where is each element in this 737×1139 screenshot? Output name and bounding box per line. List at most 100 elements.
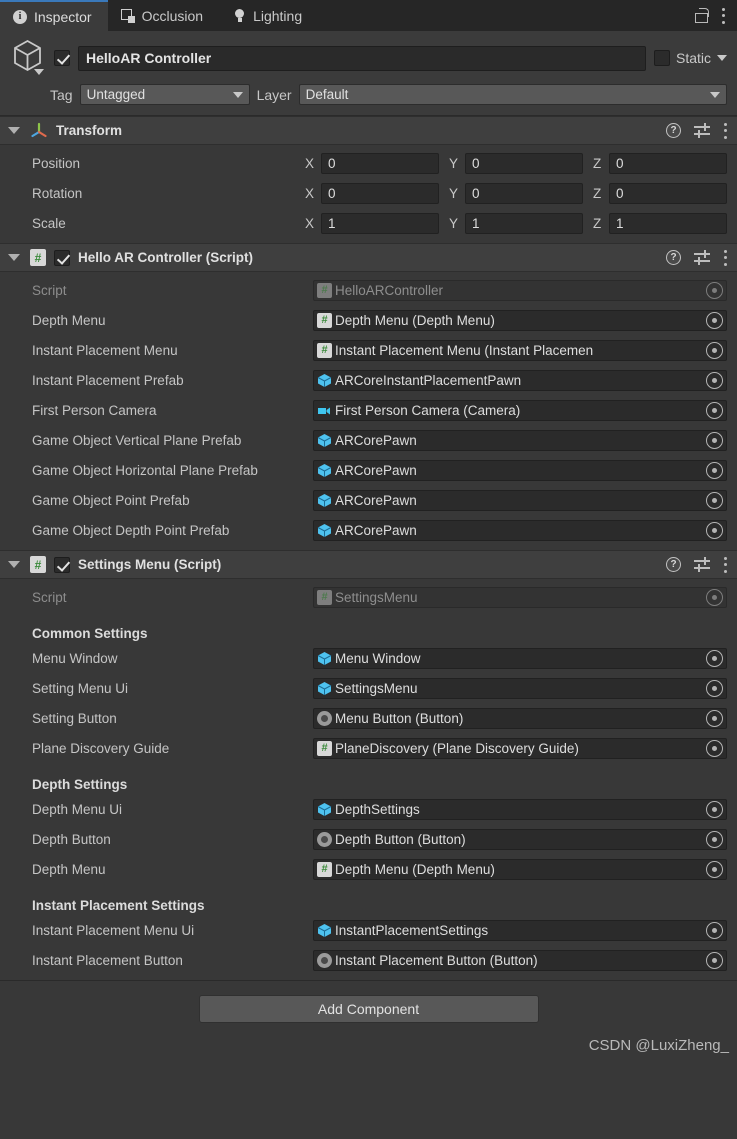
add-component-button[interactable]: Add Component [198, 995, 539, 1023]
plane-discovery-guide-object-field[interactable]: # PlaneDiscovery (Plane Discovery Guide) [313, 737, 727, 759]
hello-ar-controller-header-actions: ? [666, 249, 727, 266]
object-picker-icon[interactable] [706, 491, 723, 509]
scale-y-input[interactable]: 1 [465, 212, 583, 234]
hello-ar-controller-header[interactable]: # Hello AR Controller (Script) ? [0, 243, 737, 272]
hello-ar-controller-enabled-checkbox[interactable] [54, 249, 70, 266]
depth-menu-object-field[interactable]: # Depth Menu (Depth Menu) [313, 309, 727, 331]
transform-header[interactable]: Transform ? [0, 116, 737, 145]
instant-placement-button-object-field[interactable]: Instant Placement Button (Button) [313, 949, 727, 971]
game-object-point-prefab-value: ARCorePawn [335, 492, 417, 508]
preset-icon[interactable] [694, 557, 710, 572]
preset-icon[interactable] [694, 123, 710, 138]
rotation-y-input[interactable]: 0 [465, 182, 583, 204]
tab-occlusion[interactable]: Occlusion [108, 0, 219, 31]
hello-ar-controller-body: Script # HelloARController Depth Menu # Depth… [0, 272, 737, 550]
rotation-z-input[interactable]: 0 [609, 182, 727, 204]
property-row: Instant Placement Prefab ARCoreInstantPla… [10, 369, 727, 391]
object-picker-icon[interactable] [706, 709, 723, 727]
gameobject-name-input[interactable]: HelloAR Controller [78, 45, 646, 71]
plane-discovery-guide-value: PlaneDiscovery (Plane Discovery Guide) [335, 740, 579, 756]
preset-icon[interactable] [694, 250, 710, 265]
object-picker-icon[interactable] [706, 371, 723, 389]
transform-foldout-icon[interactable] [8, 127, 20, 134]
scale-x-input[interactable]: 1 [321, 212, 439, 234]
script-object-field: # HelloARController [313, 279, 727, 301]
depth-menu-object-field[interactable]: # Depth Menu (Depth Menu) [313, 858, 727, 880]
object-picker-icon[interactable] [706, 401, 723, 419]
object-picker-icon[interactable] [706, 830, 723, 848]
game-object-point-prefab-object-field[interactable]: ARCorePawn [313, 489, 727, 511]
object-picker-icon[interactable] [706, 739, 723, 757]
kebab-menu-icon[interactable] [723, 556, 727, 573]
game-object-depth-point-prefab-object-field[interactable]: ARCorePawn [313, 519, 727, 541]
instant-placement-menu-ui-object-field[interactable]: InstantPlacementSettings [313, 919, 727, 941]
tab-inspector[interactable]: i Inspector [0, 0, 108, 32]
game-object-depth-point-prefab-value: ARCorePawn [335, 522, 417, 538]
depth-button-object-field[interactable]: Depth Button (Button) [313, 828, 727, 850]
game-object-horizontal-plane-prefab-object-field[interactable]: ARCorePawn [313, 459, 727, 481]
static-chevron-down-icon[interactable] [717, 55, 727, 61]
rotation-x-input[interactable]: 0 [321, 182, 439, 204]
first-person-camera-object-field[interactable]: First Person Camera (Camera) [313, 399, 727, 421]
lock-open-icon[interactable] [695, 8, 709, 23]
tag-dropdown[interactable]: Untagged [79, 84, 250, 105]
depth-menu-ui-object-field[interactable]: DepthSettings [313, 798, 727, 820]
rotation-label: Rotation [32, 185, 83, 201]
setting-menu-ui-label: Setting Menu Ui [32, 680, 129, 696]
object-picker-icon[interactable] [706, 431, 723, 449]
object-picker-icon[interactable] [706, 679, 723, 697]
kebab-menu-icon[interactable] [721, 7, 725, 24]
game-object-vertical-plane-prefab-object-field[interactable]: ARCorePawn [313, 429, 727, 451]
position-x-input[interactable]: 0 [321, 152, 439, 174]
kebab-menu-icon[interactable] [723, 122, 727, 139]
gameobject-enabled-checkbox[interactable] [54, 50, 70, 66]
object-picker-icon[interactable] [706, 860, 723, 878]
axis-x-label: X [305, 185, 315, 201]
axis-x-label: X [305, 215, 315, 231]
layer-value: Default [305, 87, 349, 102]
instant-placement-prefab-object-field[interactable]: ARCoreInstantPlacementPawn [313, 369, 727, 391]
layer-chevron-down-icon [710, 91, 720, 98]
settings-menu-foldout-icon[interactable] [8, 561, 20, 568]
ui-button-icon [317, 831, 332, 847]
property-row: Instant Placement Button Instant Placemen… [10, 949, 727, 971]
instant-placement-menu-object-field[interactable]: # Instant Placement Menu (Instant Placeme… [313, 339, 727, 361]
setting-button-object-field[interactable]: Menu Button (Button) [313, 707, 727, 729]
help-icon[interactable]: ? [666, 557, 681, 572]
axis-y-label: Y [449, 155, 459, 171]
position-y-input[interactable]: 0 [465, 152, 583, 174]
object-picker-icon[interactable] [706, 341, 723, 359]
help-icon[interactable]: ? [666, 250, 681, 265]
gameobject-header: HelloAR Controller Static Tag Untagged L… [0, 31, 737, 116]
object-picker-icon[interactable] [706, 311, 723, 329]
settings-menu-header[interactable]: # Settings Menu (Script) ? [0, 550, 737, 579]
tab-lighting[interactable]: Lighting [219, 0, 318, 31]
object-picker-icon[interactable] [706, 521, 723, 539]
gameobject-name-row: HelloAR Controller Static [10, 39, 727, 77]
property-row: Depth Menu # Depth Menu (Depth Menu) [10, 309, 727, 331]
section-heading-instant-placement-settings: Instant Placement Settings [32, 898, 205, 913]
static-checkbox[interactable] [653, 50, 670, 66]
object-picker-icon[interactable] [706, 921, 723, 939]
object-picker-icon[interactable] [706, 461, 723, 479]
component-settings-menu: # Settings Menu (Script) ? Script # Settin… [0, 550, 737, 980]
object-picker-icon[interactable] [706, 951, 723, 969]
object-picker-icon[interactable] [706, 800, 723, 818]
ui-button-icon [317, 952, 332, 968]
gameobject-cube-icon[interactable] [10, 39, 46, 77]
game-object-depth-point-prefab-label: Game Object Depth Point Prefab [32, 522, 230, 538]
scale-x-value: 1 [328, 215, 336, 231]
menu-window-object-field[interactable]: Menu Window [313, 647, 727, 669]
settings-menu-enabled-checkbox[interactable] [54, 556, 70, 573]
scale-z-input[interactable]: 1 [609, 212, 727, 234]
kebab-menu-icon[interactable] [723, 249, 727, 266]
position-z-input[interactable]: 0 [609, 152, 727, 174]
setting-menu-ui-object-field[interactable]: SettingsMenu [313, 677, 727, 699]
script-icon: # [317, 342, 332, 358]
help-icon[interactable]: ? [666, 123, 681, 138]
object-picker-icon[interactable] [706, 649, 723, 667]
layer-dropdown[interactable]: Default [298, 84, 727, 105]
hello-ar-controller-foldout-icon[interactable] [8, 254, 20, 261]
property-row: Depth Button Depth Button (Button) [10, 828, 727, 850]
static-control: Static [653, 50, 727, 66]
